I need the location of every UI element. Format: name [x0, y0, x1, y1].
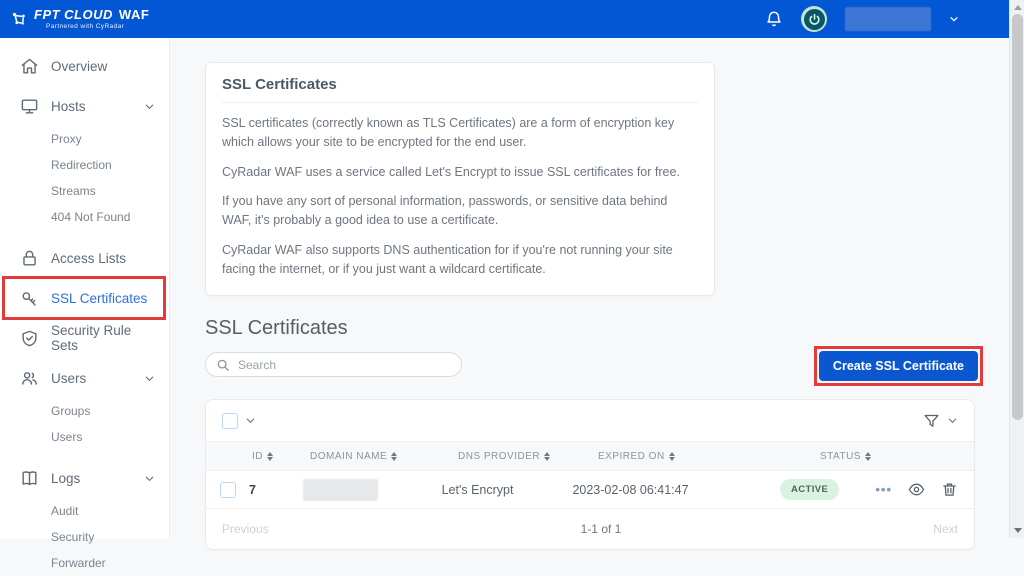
shield-check-icon [22, 330, 37, 346]
sidebar-subitem-audit[interactable]: Audit [0, 498, 169, 524]
table-pagination: Previous 1-1 of 1 Next [206, 509, 974, 549]
column-header-dns-provider[interactable]: DNS PROVIDER [458, 451, 598, 462]
bell-icon[interactable] [765, 10, 783, 28]
sidebar-subitem-users[interactable]: Users [0, 424, 169, 450]
table-toolbar [206, 400, 974, 441]
chevron-down-icon [145, 104, 154, 109]
cell-id: 7 [249, 482, 256, 497]
sort-icon [544, 451, 551, 461]
sidebar-item-label: Security Rule Sets [51, 323, 132, 353]
scrollbar-thumb[interactable] [1012, 14, 1023, 420]
table-header-row: ID DOMAIN NAME DNS PROVIDER EXPIRED ON S… [206, 441, 974, 472]
home-icon [21, 58, 38, 74]
sidebar-item-label: Overview [51, 58, 108, 74]
info-paragraph: If you have any sort of personal informa… [222, 194, 668, 227]
info-paragraph: CyRadar WAF also supports DNS authentica… [222, 242, 673, 276]
monitor-icon [21, 98, 38, 114]
chevron-down-icon [145, 376, 154, 381]
sidebar-item-users[interactable]: Users [0, 358, 169, 398]
pagination-next[interactable]: Next [933, 522, 958, 536]
sort-icon [267, 451, 273, 461]
sidebar-subitem-groups[interactable]: Groups [0, 398, 169, 424]
certificates-table: ID DOMAIN NAME DNS PROVIDER EXPIRED ON S… [205, 399, 975, 551]
sort-icon [864, 451, 871, 461]
sidebar-item-security-rule-sets[interactable]: Security Rule Sets [0, 318, 169, 358]
view-icon[interactable] [908, 481, 925, 498]
sidebar-item-overview[interactable]: Overview [0, 46, 169, 86]
sidebar-item-access-lists[interactable]: Access Lists [0, 238, 169, 278]
main-content: SSL Certificates SSL certificates (corre… [170, 38, 1013, 551]
info-paragraph: CyRadar WAF uses a service called Let's … [222, 164, 680, 179]
cell-dns-provider: Let's Encrypt [441, 482, 514, 497]
users-icon [22, 371, 37, 385]
molecule-logo-icon [12, 12, 25, 25]
create-ssl-certificate-button[interactable]: Create SSL Certificate [818, 351, 978, 382]
chevron-down-icon [145, 476, 154, 481]
sidebar-subitem-redirection[interactable]: Redirection [0, 152, 169, 178]
table-row[interactable]: 7 Let's Encrypt 2023-02-08 06:41:47 ACTI… [206, 471, 974, 510]
page-title: SSL Certificates [205, 317, 348, 340]
cell-expired-on: 2023-02-08 06:41:47 [572, 482, 689, 497]
vertical-scrollbar[interactable] [1009, 0, 1024, 538]
sidebar-subitem-proxy[interactable]: Proxy [0, 126, 169, 152]
ssl-info-card: SSL Certificates SSL certificates (corre… [205, 62, 715, 297]
chevron-down-icon[interactable] [947, 415, 958, 426]
power-avatar-icon[interactable] [801, 6, 827, 32]
more-options-icon[interactable]: ••• [875, 482, 892, 497]
column-header-status[interactable]: STATUS [820, 451, 922, 462]
top-header-bar: FPT CLOUD WAF Partnered with CyRadar [0, 0, 1013, 38]
pagination-range: 1-1 of 1 [580, 522, 622, 537]
row-checkbox[interactable] [219, 481, 236, 498]
sort-icon [668, 451, 675, 461]
redacted-domain-name [303, 478, 379, 501]
sidebar-item-ssl-certificates[interactable]: SSL Certificates [0, 276, 169, 320]
app-title: FPT CLOUD WAF [34, 6, 150, 22]
filter-icon[interactable] [923, 412, 940, 429]
sidebar-subitem-forwarder[interactable]: Forwarder [0, 550, 169, 576]
select-all-checkbox[interactable] [222, 412, 238, 429]
book-icon [22, 470, 37, 485]
lock-icon [23, 250, 36, 266]
column-header-expired-on[interactable]: EXPIRED ON [598, 451, 820, 462]
sidebar-subitem-streams[interactable]: Streams [0, 178, 169, 204]
sidebar-item-hosts[interactable]: Hosts [0, 86, 169, 126]
delete-icon[interactable] [941, 481, 958, 498]
chevron-down-icon[interactable] [245, 415, 256, 426]
key-icon [22, 291, 36, 306]
brand-logo: FPT CLOUD WAF Partnered with CyRadar [10, 8, 149, 31]
sidebar-subitem-404-not-found[interactable]: 404 Not Found [0, 204, 169, 230]
sidebar-item-logs[interactable]: Logs [0, 458, 169, 498]
pagination-previous[interactable]: Previous [222, 522, 269, 536]
chevron-down-icon[interactable] [949, 14, 959, 24]
sidebar-subitem-security[interactable]: Security [0, 524, 169, 550]
redacted-username[interactable] [845, 7, 931, 31]
sidebar-item-label: Logs [51, 470, 81, 486]
sidebar-item-label: Access Lists [51, 250, 127, 266]
sidebar-nav: Overview Hosts Proxy Redirection Streams… [0, 38, 170, 570]
info-card-title: SSL Certificates [222, 76, 698, 103]
column-header-id[interactable]: ID [252, 451, 310, 462]
sort-icon [391, 451, 398, 461]
info-paragraph: SSL certificates (correctly known as TLS… [222, 116, 675, 149]
search-input[interactable] [238, 357, 451, 372]
search-box[interactable] [205, 352, 462, 378]
sidebar-item-label: SSL Certificates [51, 290, 148, 306]
column-header-domain-name[interactable]: DOMAIN NAME [310, 451, 458, 462]
status-badge: ACTIVE [779, 479, 840, 501]
scroll-down-arrow[interactable] [1014, 528, 1022, 533]
sidebar-item-label: Users [51, 370, 87, 386]
search-icon [217, 359, 229, 371]
app-subtitle: Partnered with CyRadar [46, 22, 125, 30]
scroll-up-arrow[interactable] [1014, 5, 1022, 10]
sidebar-item-label: Hosts [51, 98, 86, 114]
red-highlight-box: Create SSL Certificate [813, 346, 983, 387]
